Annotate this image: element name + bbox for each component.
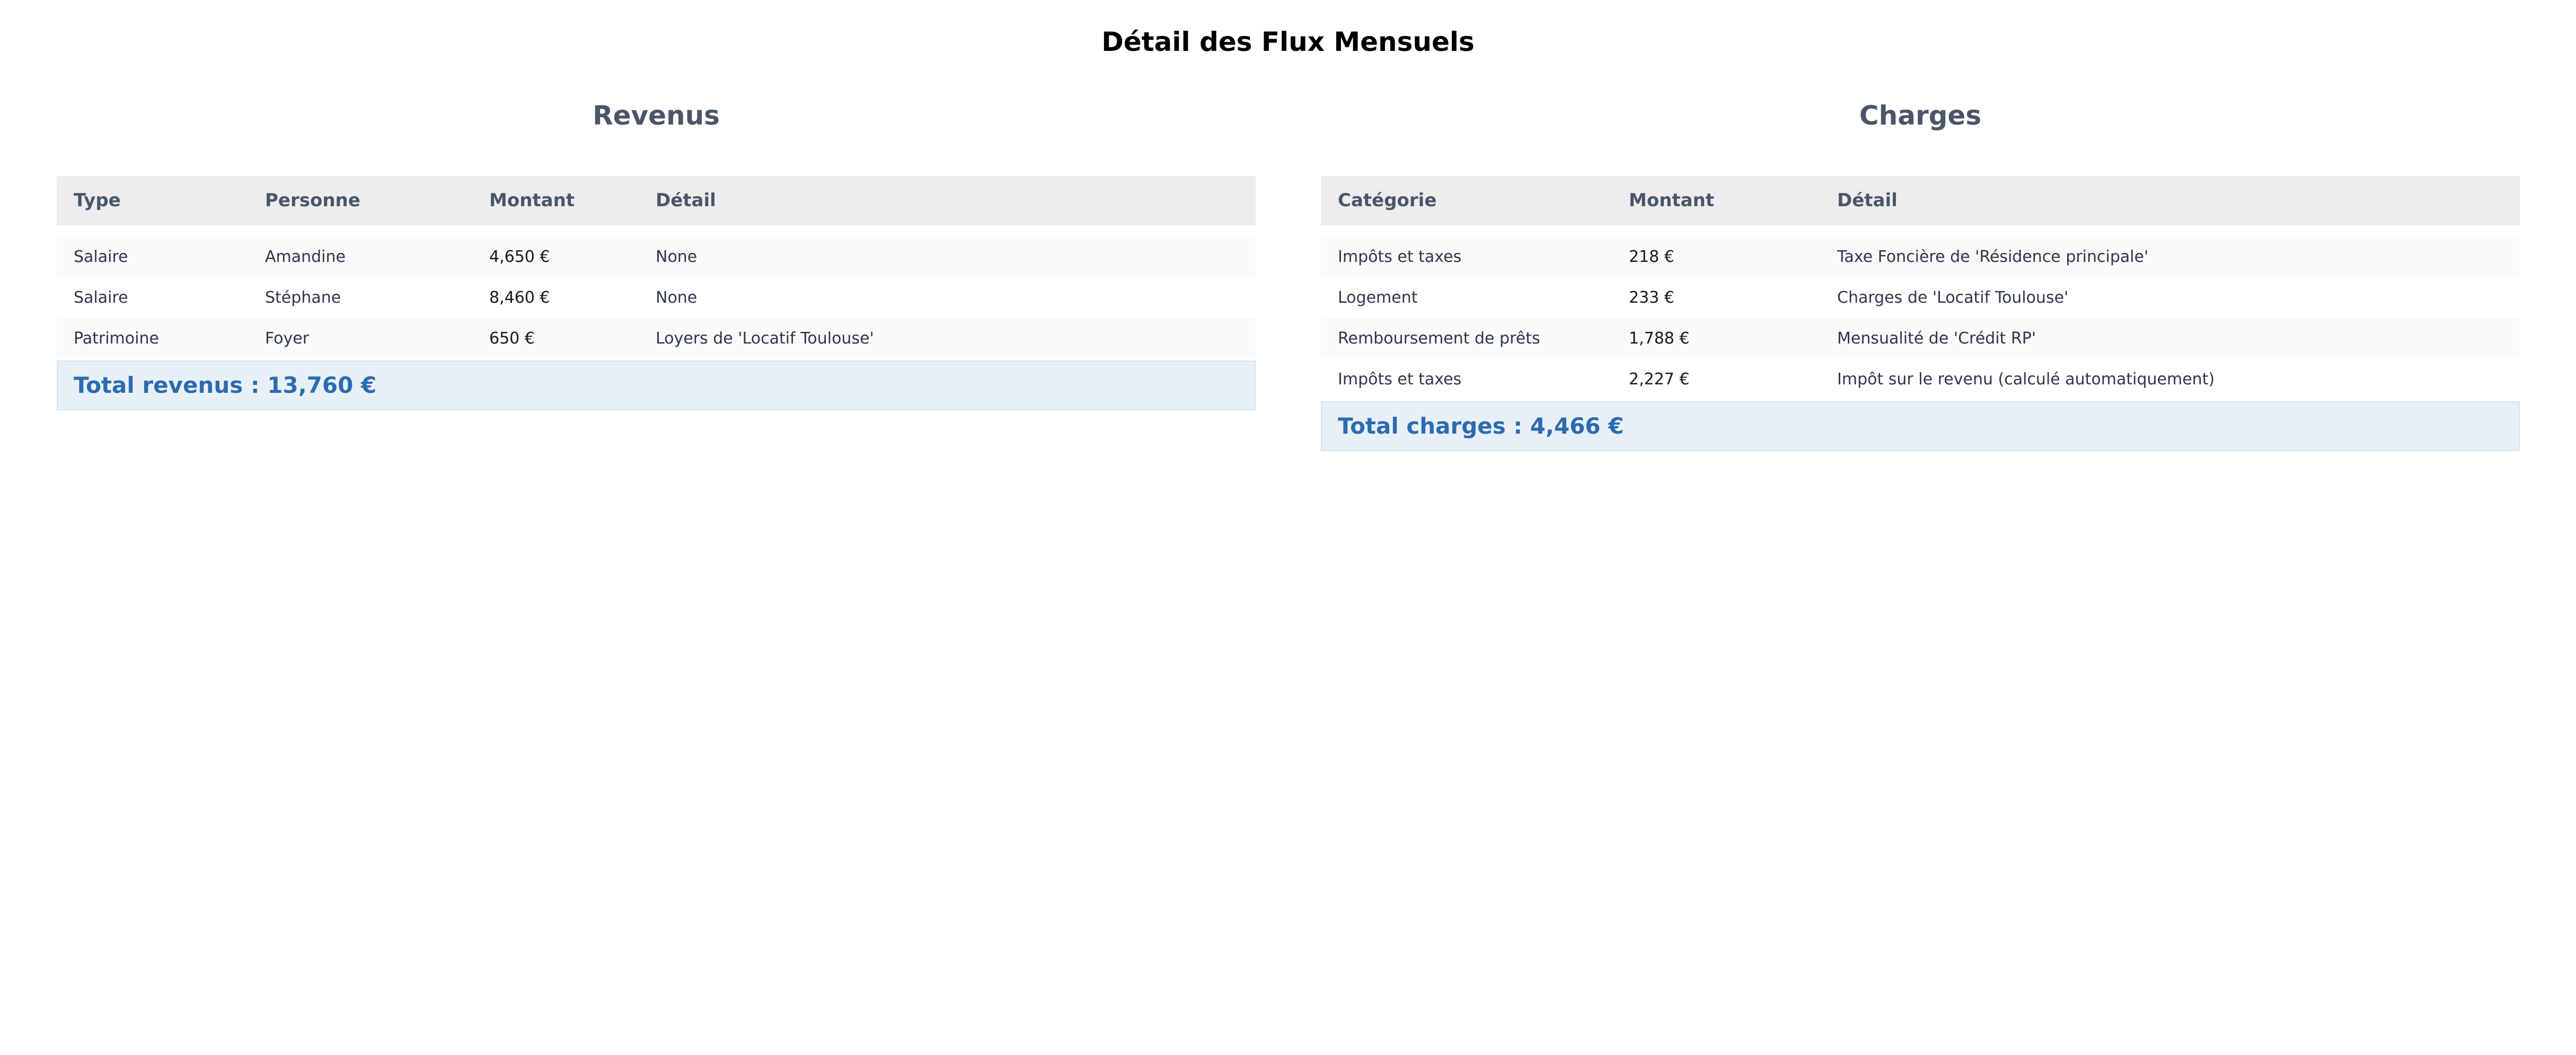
column-header-detail: Détail [1837, 190, 1898, 211]
cell-detail: None [656, 248, 698, 266]
cell-montant: 1,788 € [1629, 329, 1690, 348]
cell-detail: Charges de 'Locatif Toulouse' [1837, 288, 2069, 307]
cell-montant: 650 € [489, 329, 535, 348]
table-row: Impôts et taxes 2,227 € Impôt sur le rev… [1321, 359, 2520, 400]
cell-detail: Mensualité de 'Crédit RP' [1837, 329, 2036, 348]
cell-personne: Stéphane [265, 288, 341, 307]
cell-type: Salaire [74, 288, 128, 307]
cell-detail: Loyers de 'Locatif Toulouse' [656, 329, 874, 348]
cell-type: Salaire [74, 248, 128, 266]
cell-montant: 218 € [1629, 248, 1674, 266]
column-header-detail: Détail [656, 190, 716, 211]
column-header-personne: Personne [265, 190, 360, 211]
cell-categorie: Remboursement de prêts [1338, 329, 1540, 348]
revenus-heading: Revenus [593, 100, 720, 131]
cell-personne: Foyer [265, 329, 310, 348]
cell-montant: 2,227 € [1629, 370, 1690, 389]
table-row: Remboursement de prêts 1,788 € Mensualit… [1321, 318, 2520, 359]
cell-detail: Impôt sur le revenu (calculé automatique… [1837, 370, 2215, 389]
table-row: Impôts et taxes 218 € Taxe Foncière de '… [1321, 236, 2520, 277]
charges-table-header: Catégorie Montant Détail [1321, 176, 2520, 225]
cell-type: Patrimoine [74, 329, 159, 348]
cell-categorie: Impôts et taxes [1338, 370, 1462, 389]
cell-detail: Taxe Foncière de 'Résidence principale' [1837, 248, 2149, 266]
column-header-montant: Montant [1629, 190, 1715, 211]
revenus-total: Total revenus : 13,760 € [74, 372, 377, 398]
table-row: Patrimoine Foyer 650 € Loyers de 'Locati… [57, 318, 1256, 359]
cell-personne: Amandine [265, 248, 346, 266]
cell-categorie: Impôts et taxes [1338, 248, 1462, 266]
revenus-total-bar: Total revenus : 13,760 € [57, 361, 1256, 410]
cell-montant: 8,460 € [489, 288, 550, 307]
cell-montant: 4,650 € [489, 248, 550, 266]
table-row: Logement 233 € Charges de 'Locatif Toulo… [1321, 277, 2520, 318]
cell-montant: 233 € [1629, 288, 1674, 307]
table-row: Salaire Stéphane 8,460 € None [57, 277, 1256, 318]
cell-categorie: Logement [1338, 288, 1418, 307]
column-header-montant: Montant [489, 190, 575, 211]
charges-heading: Charges [1859, 100, 1982, 131]
table-row: Salaire Amandine 4,650 € None [57, 236, 1256, 277]
cell-detail: None [656, 288, 698, 307]
charges-total: Total charges : 4,466 € [1338, 413, 1624, 439]
page: Détail des Flux Mensuels Revenus Type Pe… [0, 0, 2576, 1055]
column-header-categorie: Catégorie [1338, 190, 1437, 211]
revenus-table-header: Type Personne Montant Détail [57, 176, 1256, 225]
page-title: Détail des Flux Mensuels [1101, 27, 1475, 57]
column-header-type: Type [74, 190, 121, 211]
charges-total-bar: Total charges : 4,466 € [1321, 401, 2520, 451]
